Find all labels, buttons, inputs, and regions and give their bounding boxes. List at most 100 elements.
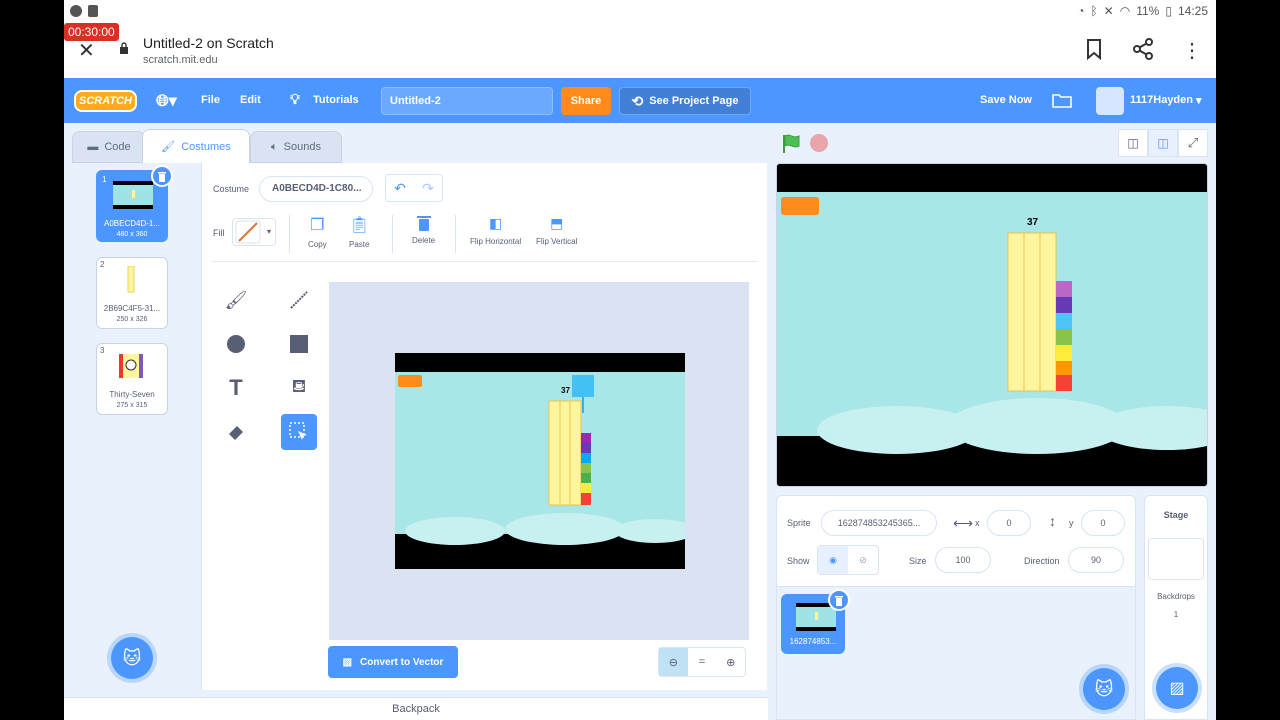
lock-icon bbox=[120, 42, 128, 54]
flip-horizontal-button[interactable]: ◧ Flip Horizontal bbox=[470, 215, 521, 246]
record-icon bbox=[88, 5, 98, 17]
stage-canvas[interactable]: 37 bbox=[776, 163, 1208, 487]
scratch-logo[interactable]: SCRATCH bbox=[74, 90, 137, 112]
see-project-label: See Project Page bbox=[649, 95, 739, 107]
stage-selector[interactable]: Stage Backdrops 1 ▨ bbox=[1144, 495, 1208, 720]
close-icon[interactable]: ✕ bbox=[78, 38, 95, 63]
rectangle-tool[interactable] bbox=[281, 326, 317, 362]
size-input[interactable]: 100 bbox=[935, 547, 991, 573]
tab-sounds-label: Sounds bbox=[283, 141, 321, 153]
show-button[interactable]: ◉ bbox=[818, 546, 848, 574]
undo-icon: ↶ bbox=[394, 179, 406, 196]
line-tool[interactable] bbox=[281, 282, 317, 318]
see-project-page-button[interactable]: ⟲ See Project Page bbox=[619, 87, 751, 115]
brush-icon: 🖌︎ bbox=[224, 289, 248, 310]
canvas-number-label: 37 bbox=[561, 386, 570, 395]
costume-tile-1[interactable]: 1 A0BECD4D-1... 480 x 360 bbox=[96, 165, 173, 242]
sprite-tile[interactable]: 162874853... bbox=[781, 589, 850, 654]
battery-icon: ▯ bbox=[1165, 4, 1172, 18]
file-menu[interactable]: File bbox=[201, 94, 220, 106]
redo-button[interactable]: ↷ bbox=[414, 175, 442, 201]
delete-costume-button[interactable] bbox=[151, 165, 173, 187]
choose-sprite-button[interactable]: 🐱︎ bbox=[1083, 668, 1125, 710]
direction-input[interactable]: 90 bbox=[1068, 547, 1124, 573]
edit-menu[interactable]: Edit bbox=[240, 94, 261, 106]
bookmark-icon[interactable] bbox=[1084, 38, 1104, 60]
tab-sounds[interactable]: 🔈︎ Sounds bbox=[250, 131, 342, 163]
share-icon[interactable] bbox=[1132, 38, 1154, 60]
small-stage-button[interactable]: ◫ bbox=[1118, 129, 1148, 157]
fill-tool[interactable]: ⛾ bbox=[281, 370, 317, 406]
show-label: Show bbox=[787, 556, 810, 566]
flip-vertical-icon: ⬒ bbox=[550, 215, 564, 231]
normal-stage-icon: ◫ bbox=[1157, 136, 1169, 150]
chevron-down-icon: ▾ bbox=[266, 227, 271, 236]
copy-button[interactable]: ❐ Copy bbox=[308, 215, 327, 249]
stop-icon[interactable] bbox=[810, 134, 828, 152]
brush-tool[interactable]: 🖌︎ bbox=[218, 282, 254, 318]
convert-to-vector-button[interactable]: ▨ Convert to Vector bbox=[328, 646, 458, 678]
fullscreen-icon: ⤢ bbox=[1187, 135, 1199, 150]
chevron-down-icon[interactable]: ▾ bbox=[1196, 94, 1202, 107]
costume-tile-3[interactable]: 3 Thirty-Seven 275 x 315 bbox=[96, 343, 168, 415]
redo-icon: ↷ bbox=[422, 179, 434, 196]
text-icon: T bbox=[229, 375, 243, 400]
hide-button[interactable]: ⊘ bbox=[848, 546, 878, 574]
tab-code[interactable]: ▬ Code bbox=[72, 131, 146, 163]
normal-stage-button[interactable]: ◫ bbox=[1148, 129, 1178, 157]
zoom-in-button[interactable]: ⊕ bbox=[716, 648, 745, 676]
choose-backdrop-button[interactable]: ▨ bbox=[1156, 667, 1198, 709]
zoom-controls: ⊖ = ⊕ bbox=[658, 647, 746, 677]
zoom-reset-button[interactable]: = bbox=[688, 648, 717, 676]
small-stage-icon: ◫ bbox=[1127, 136, 1139, 150]
text-tool[interactable]: T bbox=[218, 370, 254, 406]
save-now-button[interactable]: Save Now bbox=[980, 94, 1032, 106]
username-menu[interactable]: 1117Hayden bbox=[1130, 94, 1193, 106]
trash-icon bbox=[835, 595, 843, 606]
y-input[interactable]: 0 bbox=[1081, 510, 1125, 536]
avatar[interactable] bbox=[1096, 87, 1124, 115]
folder-icon[interactable] bbox=[1052, 92, 1072, 108]
tab-code-label: Code bbox=[104, 141, 131, 153]
cat-icon: 🐱︎ bbox=[122, 647, 142, 668]
delete-button[interactable]: Delete bbox=[412, 215, 435, 245]
costume-thumbnail bbox=[113, 181, 153, 209]
flip-vertical-button[interactable]: ⬒ Flip Vertical bbox=[536, 215, 577, 246]
speaker-icon: 🔈︎ bbox=[271, 140, 278, 153]
copy-icon: ❐ bbox=[310, 217, 325, 234]
green-flag-icon[interactable] bbox=[780, 133, 802, 155]
choose-costume-button[interactable]: 🐱︎ bbox=[111, 637, 153, 679]
costume-tile-2[interactable]: 2 2B69C4F5-31... 250 x 326 bbox=[96, 257, 168, 329]
costume-name: 2B69C4F5-31... bbox=[103, 304, 161, 313]
costume-list: 1 A0BECD4D-1... 480 x 360 2 2B69C4F5-31.… bbox=[64, 163, 200, 690]
delete-sprite-button[interactable] bbox=[828, 589, 850, 611]
costume-name-input[interactable]: A0BECD4D-1C80... bbox=[259, 176, 373, 202]
stage-thumbnail bbox=[1148, 538, 1204, 580]
lightbulb-icon: 💡︎ bbox=[290, 91, 300, 107]
x-input[interactable]: 0 bbox=[987, 510, 1031, 536]
fill-color-picker[interactable]: ▾ bbox=[232, 218, 276, 246]
rectangle-icon bbox=[290, 335, 308, 353]
paintbrush-icon: 🖌︎ bbox=[161, 141, 176, 153]
paste-button[interactable]: 📋︎ Paste bbox=[349, 215, 369, 249]
costume-thumbnail bbox=[127, 266, 135, 293]
sprite-name-input[interactable]: 162874853245365... bbox=[821, 510, 937, 536]
zoom-out-button[interactable]: ⊖ bbox=[659, 648, 688, 676]
direction-label: Direction bbox=[1024, 556, 1060, 566]
backpack[interactable]: Backpack bbox=[64, 697, 768, 720]
browser-url[interactable]: scratch.mit.edu bbox=[143, 54, 218, 66]
undo-redo-group: ↶ ↷ bbox=[385, 174, 443, 202]
tutorials-menu[interactable]: Tutorials bbox=[313, 94, 359, 106]
tab-costumes[interactable]: 🖌︎ Costumes bbox=[142, 129, 250, 163]
stage-area: ◫ ◫ ⤢ 37 Sprite 162874853245365... ⟷ x 0… bbox=[768, 123, 1216, 720]
eraser-tool[interactable] bbox=[218, 414, 254, 450]
paint-canvas[interactable]: 37 bbox=[329, 282, 749, 640]
circle-tool[interactable] bbox=[218, 326, 254, 362]
more-options-icon[interactable]: ⋮ bbox=[1182, 38, 1202, 63]
globe-icon[interactable]: 🌐︎▾ bbox=[156, 91, 177, 111]
select-tool[interactable] bbox=[281, 414, 317, 450]
undo-button[interactable]: ↶ bbox=[386, 175, 414, 201]
share-button[interactable]: Share bbox=[561, 87, 611, 115]
fullscreen-button[interactable]: ⤢ bbox=[1178, 129, 1208, 157]
project-title-input[interactable]: Untitled-2 bbox=[381, 87, 553, 115]
